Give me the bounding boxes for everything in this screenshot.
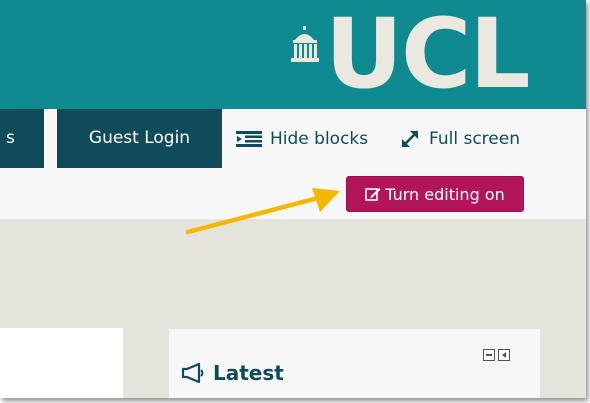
- turn-editing-on-button[interactable]: Turn editing on: [346, 176, 524, 212]
- expand-arrows-icon: [402, 131, 418, 147]
- main-content-card: [0, 328, 123, 398]
- hide-blocks-link[interactable]: Hide blocks: [236, 127, 368, 151]
- site-header: UCL: [0, 0, 586, 109]
- megaphone-icon: [181, 363, 204, 383]
- logo-text: UCL: [325, 0, 531, 110]
- arrow-icon: [185, 188, 340, 235]
- turn-editing-on-label: Turn editing on: [385, 184, 505, 204]
- block-controls: [483, 349, 510, 361]
- nav-tab-partial[interactable]: s: [0, 109, 44, 168]
- hide-blocks-label: Hide blocks: [270, 129, 369, 149]
- screenshot-frame: UCL s Guest Login Hide blocks Full scree…: [0, 0, 586, 398]
- minimize-icon[interactable]: [483, 349, 495, 361]
- latest-block: Latest: [169, 329, 540, 398]
- hide-blocks-icon: [236, 131, 262, 147]
- block-title: Latest: [181, 361, 284, 385]
- edit-icon: [365, 188, 381, 201]
- navigation-bar: s Guest Login Hide blocks Full screen: [0, 109, 586, 169]
- nav-tab-partial-label: s: [6, 128, 15, 148]
- dock-icon[interactable]: [498, 349, 510, 361]
- block-title-label: Latest: [213, 361, 284, 385]
- full-screen-label: Full screen: [429, 129, 520, 149]
- full-screen-link[interactable]: Full screen: [399, 127, 520, 151]
- portico-logo-icon: [291, 26, 319, 62]
- guest-login-button[interactable]: Guest Login: [57, 109, 222, 168]
